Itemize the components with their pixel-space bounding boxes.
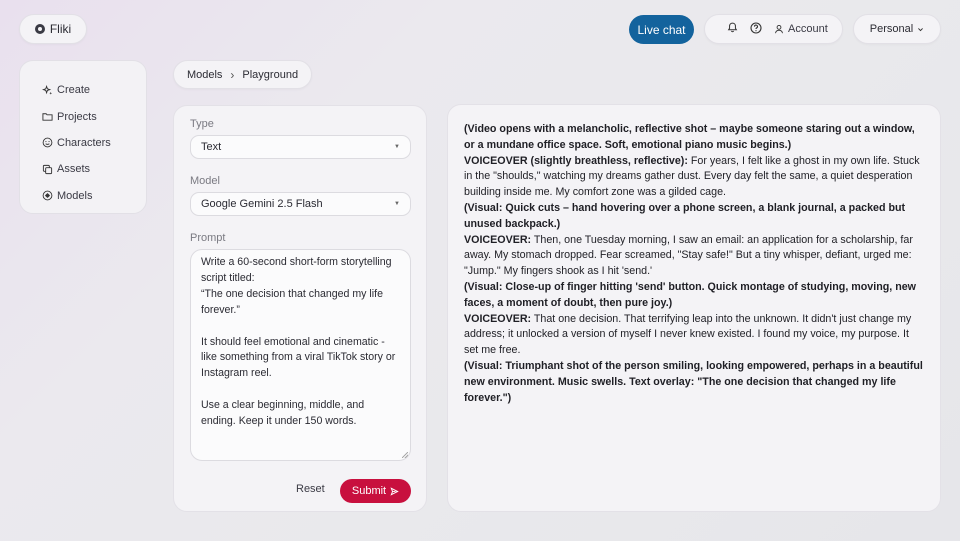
brand-name: Fliki — [49, 22, 72, 36]
output-panel: (Video opens with a melancholic, reflect… — [447, 104, 941, 512]
type-value: Text — [201, 141, 222, 153]
reset-button[interactable]: Reset — [296, 483, 325, 495]
sidebar-item-label: Create — [57, 84, 91, 97]
output-stage-direction: (Visual: Close-up of finger hitting 'sen… — [464, 280, 916, 309]
sidebar-item-models[interactable]: Models — [42, 183, 146, 209]
output-stage-direction: (Visual: Quick cuts – hand hovering over… — [464, 201, 906, 230]
user-icon — [775, 24, 783, 34]
workspace-label: Personal — [869, 23, 914, 35]
breadcrumb-models-link[interactable]: Models — [187, 69, 222, 81]
prompt-text: Write a 60-second short-form storytellin… — [201, 256, 396, 428]
model-select[interactable]: Google Gemini 2.5 Flash ▼ — [190, 192, 411, 216]
caret-down-icon: ▼ — [394, 144, 400, 150]
form-actions: Reset Submit — [174, 479, 428, 503]
fliki-logo-icon — [34, 24, 45, 34]
sidebar-item-label: Assets — [57, 163, 91, 176]
prompt-textarea[interactable]: Write a 60-second short-form storytellin… — [190, 249, 411, 461]
help-icon[interactable] — [750, 21, 762, 37]
breadcrumb-current: Playground — [242, 68, 299, 81]
sidebar: Create Projects Characters Assets Models — [19, 60, 147, 214]
header-utilities: Account — [704, 14, 843, 44]
live-chat-button[interactable]: Live chat — [629, 15, 694, 44]
type-select[interactable]: Text ▼ — [190, 135, 411, 159]
model-label: Model — [190, 175, 220, 187]
submit-label: Submit — [351, 485, 387, 497]
output-voiceover-text: Then, one Tuesday morning, I saw an emai… — [464, 233, 913, 278]
output-voiceover-heading: VOICEOVER: — [464, 233, 532, 246]
output-stage-direction: (Video opens with a melancholic, reflect… — [464, 123, 915, 151]
submit-button[interactable]: Submit — [340, 479, 411, 503]
bell-icon[interactable] — [727, 22, 738, 36]
output-stage-direction: (Visual: Triumphant shot of the person s… — [464, 359, 923, 404]
output-voiceover-text: That one decision. That terrifying leap … — [464, 312, 912, 357]
sidebar-item-create[interactable]: Create — [42, 77, 146, 103]
sidebar-item-label: Models — [57, 189, 93, 202]
sidebar-item-label: Characters — [57, 136, 111, 149]
sidebar-item-characters[interactable]: Characters — [42, 130, 146, 156]
send-icon — [390, 486, 399, 496]
smiley-icon — [42, 138, 53, 148]
prompt-label: Prompt — [190, 232, 226, 244]
sidebar-item-projects[interactable]: Projects — [42, 103, 146, 129]
caret-down-icon: ▼ — [394, 201, 400, 207]
output-voiceover-heading: VOICEOVER: — [464, 312, 532, 325]
model-value: Google Gemini 2.5 Flash — [201, 198, 323, 210]
playground-form: Type Text ▼ Model Google Gemini 2.5 Flas… — [173, 105, 427, 512]
account-button[interactable]: Account — [774, 23, 828, 35]
brand-button[interactable]: Fliki — [19, 14, 87, 44]
sparkle-icon — [42, 84, 53, 95]
breadcrumb: Models › Playground — [173, 60, 312, 89]
resize-handle-icon[interactable] — [402, 452, 408, 458]
account-label: Account — [788, 23, 828, 35]
copy-icon — [42, 164, 53, 174]
breadcrumb-separator: › — [230, 67, 235, 82]
chevron-down-icon — [918, 27, 924, 31]
grid-icon — [42, 190, 53, 201]
output-voiceover-heading: VOICEOVER (slightly breathless, reflecti… — [464, 154, 688, 167]
folder-icon — [42, 113, 53, 121]
workspace-dropdown[interactable]: Personal — [853, 14, 941, 44]
type-label: Type — [190, 118, 214, 130]
sidebar-item-assets[interactable]: Assets — [42, 156, 146, 182]
sidebar-item-label: Projects — [57, 110, 97, 123]
